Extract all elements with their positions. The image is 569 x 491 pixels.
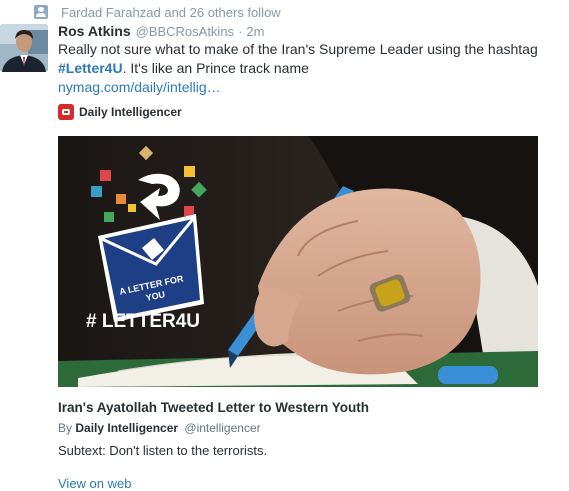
tweet-text: Really not sure what to make of the Iran… — [58, 40, 563, 97]
social-context: Fardad Farahzad and 26 others follow — [34, 4, 281, 20]
tweet-text-part1: Really not sure what to make of the Iran… — [58, 41, 538, 57]
tweet-text-part2: . It's like an Prince track name — [122, 60, 309, 76]
author-username[interactable]: @BBCRosAtkins — [136, 24, 234, 39]
byline-prefix: By — [58, 421, 73, 435]
card-source[interactable]: Daily Intelligencer — [58, 104, 182, 120]
tweet-url-link[interactable]: nymag.com/daily/intellig… — [58, 79, 221, 95]
hashtag-link[interactable]: #Letter4U — [58, 60, 123, 76]
byline-handle[interactable]: @intelligencer — [184, 421, 260, 435]
card-image[interactable]: A LETTER FOR YOU # LETTER4U — [58, 136, 538, 387]
header-separator: · — [238, 24, 243, 39]
card-source-name: Daily Intelligencer — [79, 105, 182, 119]
tweet-timestamp[interactable]: 2m — [246, 24, 264, 39]
card-title[interactable]: Iran's Ayatollah Tweeted Letter to Weste… — [58, 400, 369, 415]
view-on-web-link[interactable]: View on web — [58, 476, 131, 491]
user-follow-icon — [34, 5, 48, 19]
social-context-text: Fardad Farahzad and 26 others follow — [61, 4, 281, 20]
tweet-header: Ros Atkins @BBCRosAtkins · 2m — [58, 23, 264, 41]
avatar[interactable] — [0, 24, 48, 72]
author-name[interactable]: Ros Atkins — [58, 23, 131, 39]
card-image-art: A LETTER FOR YOU # LETTER4U — [58, 136, 538, 387]
avatar-image — [0, 24, 48, 72]
daily-intelligencer-logo-icon — [58, 104, 74, 120]
byline-author[interactable]: Daily Intelligencer — [75, 421, 178, 435]
image-hashtag-text: # LETTER4U — [86, 311, 200, 332]
card-byline: By Daily Intelligencer @intelligencer — [58, 421, 261, 435]
card-description: Subtext: Don't listen to the terrorists. — [58, 443, 268, 458]
